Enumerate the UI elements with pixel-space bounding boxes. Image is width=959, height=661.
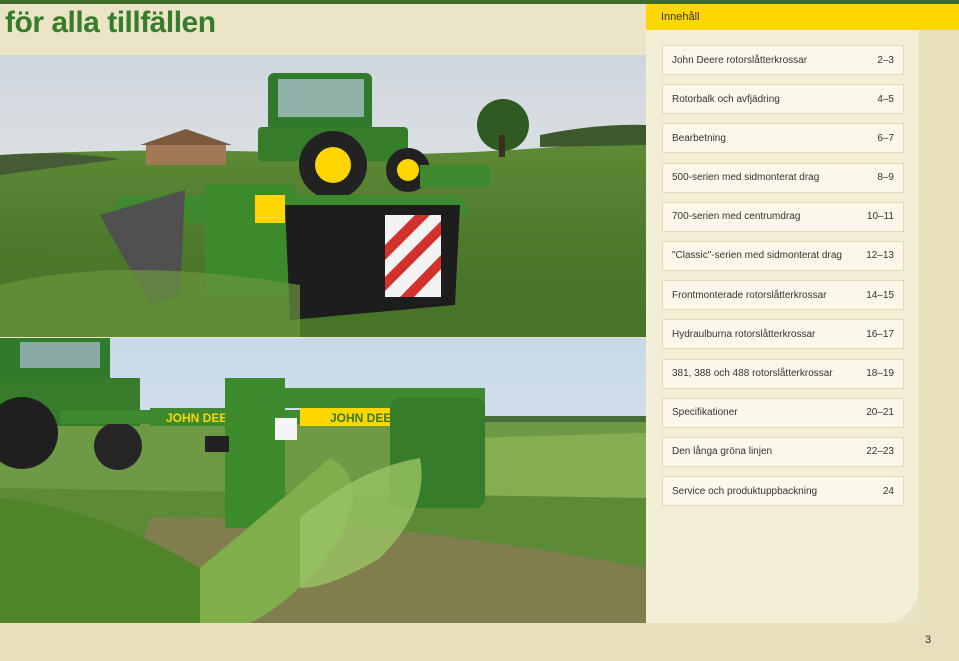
toc-item-pages: 22–23 (866, 446, 894, 458)
toc-item[interactable]: Frontmonterade rotorslåtterkrossar 14–15 (662, 280, 904, 311)
right-margin-strip (919, 30, 959, 661)
toc-item-pages: 8–9 (877, 172, 894, 184)
toc-item-pages: 6–7 (877, 132, 894, 144)
toc-item-label: 381, 388 och 488 rotorslåtterkrossar (672, 368, 833, 379)
toc-item-pages: 18–19 (866, 368, 894, 379)
toc-item-pages: 12–13 (866, 250, 894, 262)
toc-item[interactable]: "Classic"-serien med sidmonterat drag 12–… (662, 240, 904, 271)
toc-item-pages: 14–15 (866, 289, 894, 301)
toc-header: Innehåll (646, 4, 959, 30)
page-number: 3 (925, 634, 932, 646)
toc-item-label: Service och produktuppbackning (672, 485, 818, 497)
toc-item-label: Hydraulburna rotorslåtterkrossar (672, 328, 816, 340)
toc-item[interactable]: 700-serien med centrumdrag 10–11 (662, 201, 904, 232)
mower-conditioner-photo: JOHN DEERE JOHN DEERE (0, 338, 646, 623)
toc-item[interactable]: John Deere rotorslåtterkrossar 2–3 (662, 45, 904, 75)
toc-item-label: Frontmonterade rotorslåtterkrossar (672, 289, 827, 301)
toc-item[interactable]: Specifikationer 20–21 (662, 397, 904, 428)
bottom-band (0, 623, 919, 661)
toc-item-label: John Deere rotorslåtterkrossar (672, 54, 808, 66)
toc-list: John Deere rotorslåtterkrossar 2–3 Rotorb… (662, 45, 904, 515)
toc-item-label: Bearbetning (672, 132, 726, 144)
toc-item-label: Rotorbalk och avfjädring (672, 93, 780, 105)
toc-item-pages: 4–5 (877, 93, 894, 105)
toc-item[interactable]: Bearbetning 6–7 (662, 123, 904, 154)
toc-item-label: Den långa gröna linjen (672, 446, 773, 458)
toc-item-label: 500-serien med sidmonterat drag (672, 172, 820, 184)
toc-item[interactable]: Service och produktuppbackning 24 (662, 476, 904, 507)
tractor-mower-photo (0, 55, 646, 337)
toc-item-label: Specifikationer (672, 407, 738, 419)
toc-header-label: Innehåll (661, 11, 700, 23)
toc-item-label: "Classic"-serien med sidmonterat drag (672, 250, 842, 262)
toc-item-pages: 2–3 (877, 54, 894, 66)
toc-item[interactable]: Rotorbalk och avfjädring 4–5 (662, 84, 904, 115)
toc-item[interactable]: 381, 388 och 488 rotorslåtterkrossar 18–1… (662, 358, 904, 389)
page-title: för alla tillfällen (5, 6, 216, 39)
toc-item[interactable]: Hydraulburna rotorslåtterkrossar 16–17 (662, 319, 904, 350)
toc-item-pages: 20–21 (866, 407, 894, 419)
toc-item-pages: 10–11 (866, 211, 894, 223)
toc-item[interactable]: 500-serien med sidmonterat drag 8–9 (662, 162, 904, 193)
toc-item-pages: 16–17 (866, 328, 894, 340)
toc-item-label: 700-serien med centrumdrag (672, 211, 801, 223)
toc-item-pages: 24 (882, 485, 894, 497)
toc-item[interactable]: Den långa gröna linjen 22–23 (662, 436, 904, 467)
